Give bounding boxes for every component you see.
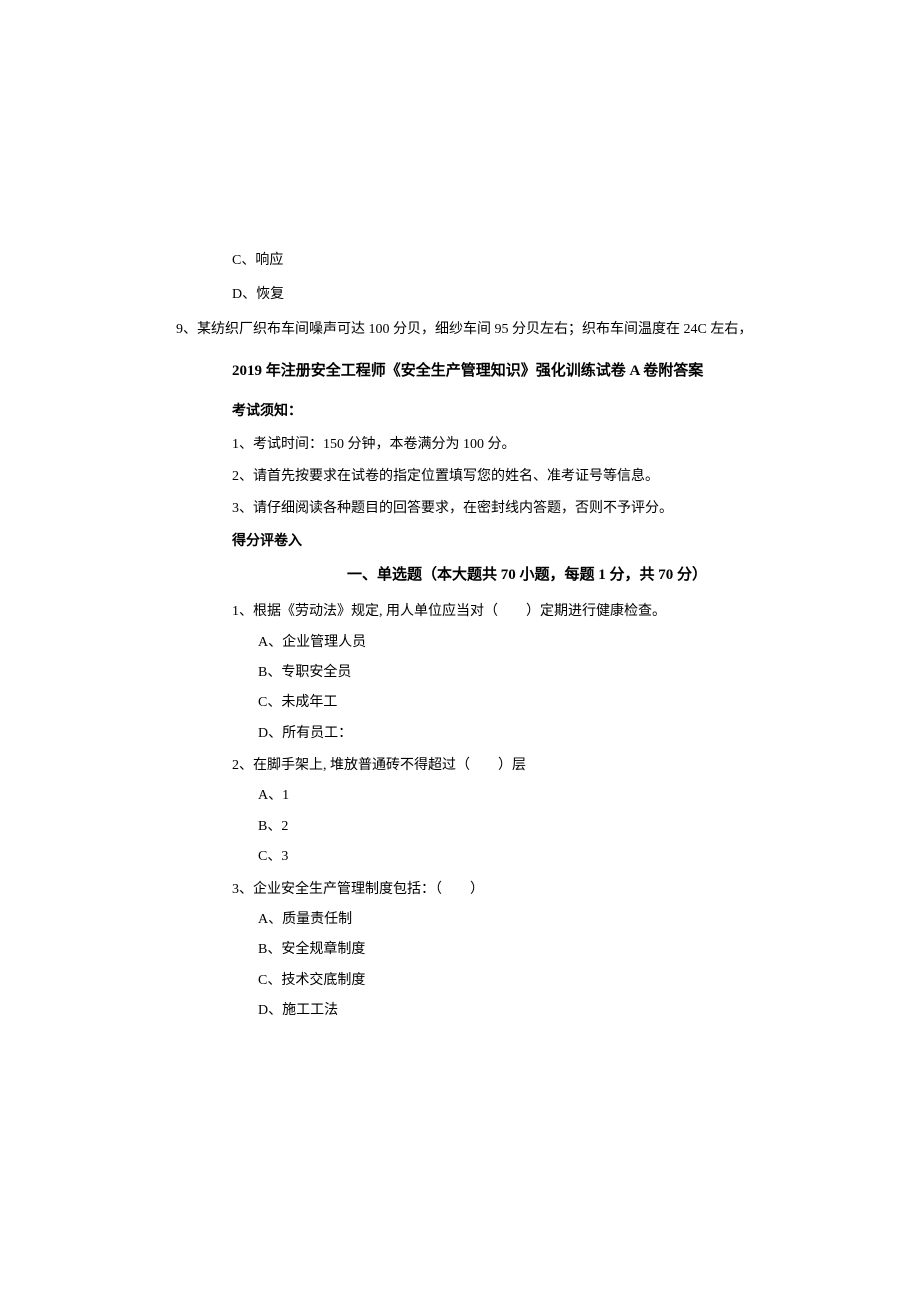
page-content: C、响应 D、恢复 9、某纺织厂织布车间噪声可达 100 分贝，细纱车间 95 … [232,250,792,1023]
option-b: B、2 [258,816,792,838]
option-d: D、施工工法 [258,1000,792,1022]
notice-item: 2、请首先按要求在试卷的指定位置填写您的姓名、准考证号等信息。 [232,466,792,488]
stray-options-block: C、响应 D、恢复 [192,250,792,307]
option-b: B、专职安全员 [258,662,792,684]
stray-question-9: 9、某纺织厂织布车间噪声可达 100 分贝，细纱车间 95 分贝左右；织布车间温… [176,319,792,341]
option-d: D、所有员工： [258,723,792,745]
question-1: 1、根据《劳动法》规定, 用人单位应当对（ ）定期进行健康检查。 A、企业管理人… [232,601,792,745]
notice-item: 1、考试时间：150 分钟，本卷满分为 100 分。 [232,434,792,456]
option-a: A、企业管理人员 [258,632,792,654]
option-c: C、未成年工 [258,692,792,714]
exam-notices: 1、考试时间：150 分钟，本卷满分为 100 分。 2、请首先按要求在试卷的指… [232,434,792,521]
question-3: 3、企业安全生产管理制度包括：（ ） A、质量责任制 B、安全规章制度 C、技术… [232,879,792,1023]
page: C、响应 D、恢复 9、某纺织厂织布车间噪声可达 100 分贝，细纱车间 95 … [0,250,920,1023]
stray-option-d: D、恢复 [232,284,792,306]
option-a: A、1 [258,785,792,807]
option-b: B、安全规章制度 [258,939,792,961]
question-stem: 1、根据《劳动法》规定, 用人单位应当对（ ）定期进行健康检查。 [232,601,792,623]
notice-heading: 考试须知： [232,401,792,423]
notice-item: 3、请仔细阅读各种题目的回答要求，在密封线内答题，否则不予评分。 [232,498,792,520]
question-2: 2、在脚手架上, 堆放普通砖不得超过（ ）层 A、1 B、2 C、3 [232,755,792,869]
score-heading: 得分评卷入 [232,531,792,553]
question-options: A、企业管理人员 B、专职安全员 C、未成年工 D、所有员工： [258,632,792,746]
question-stem: 3、企业安全生产管理制度包括：（ ） [232,879,792,901]
option-c: C、3 [258,846,792,868]
option-a: A、质量责任制 [258,909,792,931]
section-title: 一、单选题（本大题共 70 小题，每题 1 分，共 70 分） [262,563,792,587]
question-stem: 2、在脚手架上, 堆放普通砖不得超过（ ）层 [232,755,792,777]
question-options: A、质量责任制 B、安全规章制度 C、技术交底制度 D、施工工法 [258,909,792,1023]
document-title: 2019 年注册安全工程师《安全生产管理知识》强化训练试卷 A 卷附答案 [232,359,792,383]
stray-option-c: C、响应 [232,250,792,272]
option-c: C、技术交底制度 [258,970,792,992]
question-options: A、1 B、2 C、3 [258,785,792,868]
